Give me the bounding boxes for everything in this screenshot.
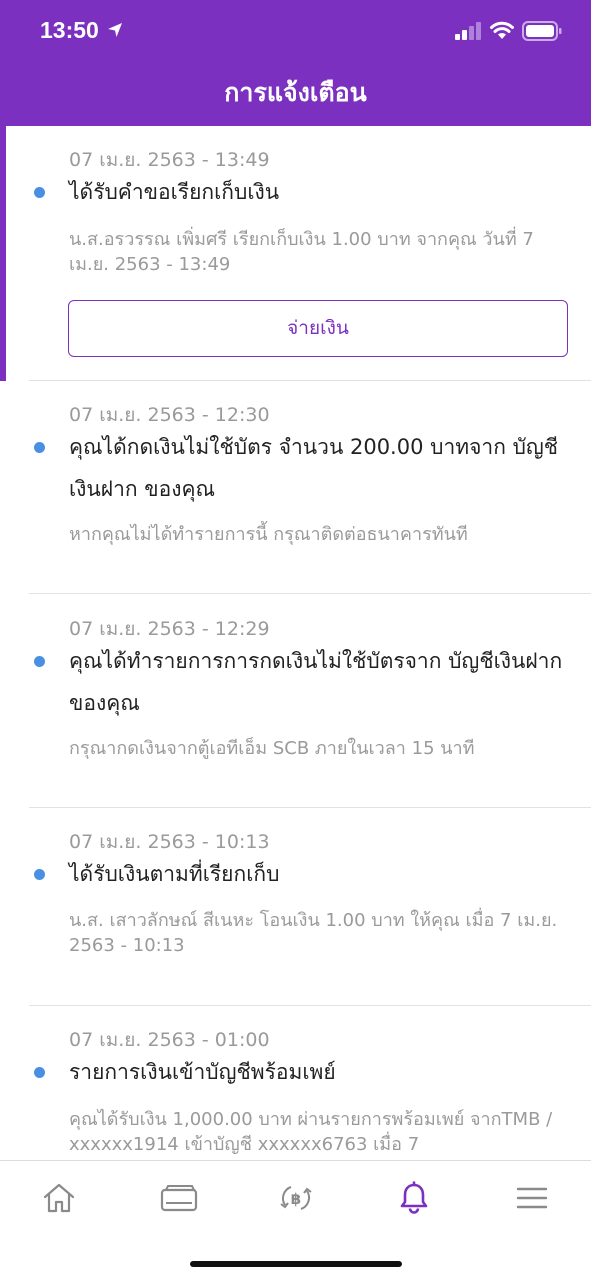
notification-description: กรุณากดเงินจากตู้เอทีเอ็ม SCB ภายในเวลา … (69, 738, 475, 759)
svg-text:฿: ฿ (291, 1190, 301, 1208)
notification-description: คุณได้รับเงิน 1,000.00 บาท ผ่านรายการพร้… (69, 1109, 553, 1155)
notification-date: 07 เม.ย. 2563 - 10:13 (69, 831, 270, 853)
notification-title: ได้รับเงินตามที่เรียกเก็บ (69, 862, 280, 886)
unread-dot (34, 187, 45, 198)
notification-description: น.ส.อรวรรณ เพิ่มศรี เรียกเก็บเงิน 1.00 บ… (69, 229, 534, 275)
notification-item[interactable]: 07 เม.ย. 2563 - 12:29 คุณได้ทำรายการการก… (0, 594, 591, 808)
notification-title: รายการเงินเข้าบัญชีพร้อมเพย์ (69, 1060, 336, 1084)
notification-title: ได้รับคำขอเรียกเก็บเงิน (69, 180, 280, 204)
page-title: การแจ้งเตือน (224, 78, 367, 107)
battery-icon (522, 21, 562, 41)
notification-date: 07 เม.ย. 2563 - 13:49 (69, 149, 270, 171)
card-icon[interactable] (160, 1181, 198, 1215)
notification-item[interactable]: 07 เม.ย. 2563 - 13:49 ได้รับคำขอเรียกเก็… (0, 126, 591, 381)
notification-list[interactable]: 07 เม.ย. 2563 - 13:49 ได้รับคำขอเรียกเก็… (0, 126, 591, 1160)
unread-dot (34, 1067, 45, 1078)
bell-icon[interactable] (397, 1181, 431, 1215)
notification-date: 07 เม.ย. 2563 - 12:30 (69, 404, 270, 426)
notification-description: หากคุณไม่ได้ทำรายการนี้ กรุณาติดต่อธนาคา… (69, 524, 468, 545)
unread-dot (34, 656, 45, 667)
notification-title: คุณได้กดเงินไม่ใช้บัตร จำนวน 200.00 บาทจ… (69, 435, 559, 501)
notification-item[interactable]: 07 เม.ย. 2563 - 01:00 รายการเงินเข้าบัญช… (0, 1006, 591, 1160)
active-indicator (0, 126, 6, 381)
notification-item[interactable]: 07 เม.ย. 2563 - 10:13 ได้รับเงินตามที่เร… (0, 808, 591, 1006)
status-bar: 13:50 (0, 0, 591, 64)
home-icon[interactable] (42, 1181, 76, 1215)
unread-dot (34, 869, 45, 880)
notification-date: 07 เม.ย. 2563 - 01:00 (69, 1029, 270, 1051)
unread-dot (34, 442, 45, 453)
cellular-signal-icon (455, 22, 481, 40)
app-header: 13:50 การแจ้งเตือน (0, 0, 591, 126)
notification-item[interactable]: 07 เม.ย. 2563 - 12:30 คุณได้กดเงินไม่ใช้… (0, 381, 591, 594)
wifi-icon (490, 21, 514, 39)
home-indicator[interactable] (190, 1261, 402, 1267)
location-arrow-icon (108, 23, 122, 37)
notification-date: 07 เม.ย. 2563 - 12:29 (69, 618, 270, 640)
status-time: 13:50 (40, 17, 99, 43)
menu-icon[interactable] (515, 1181, 549, 1215)
notification-description: น.ส. เสาวลักษณ์ สีเนหะ โอนเงิน 1.00 บาท … (69, 910, 558, 956)
notification-title: คุณได้ทำรายการการกดเงินไม่ใช้บัตรจาก บัญ… (69, 649, 563, 715)
pay-button[interactable]: จ่ายเงิน (68, 300, 568, 357)
baht-exchange-icon[interactable]: ฿ (277, 1181, 315, 1215)
